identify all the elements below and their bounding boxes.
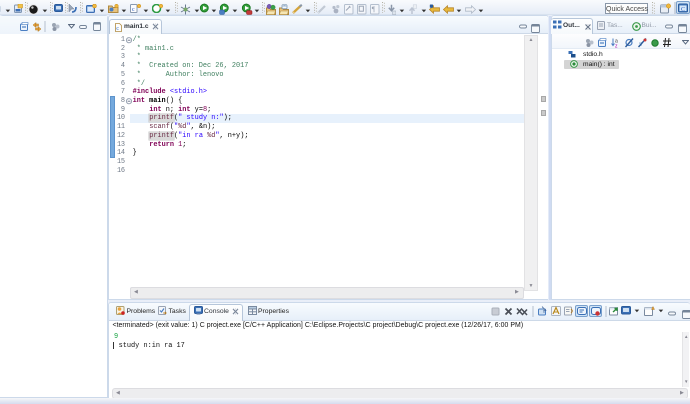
- svg-text:c: c: [116, 25, 119, 32]
- svg-text:c: c: [132, 7, 135, 13]
- svg-text:C: C: [681, 7, 685, 13]
- svg-text:¶: ¶: [372, 4, 376, 13]
